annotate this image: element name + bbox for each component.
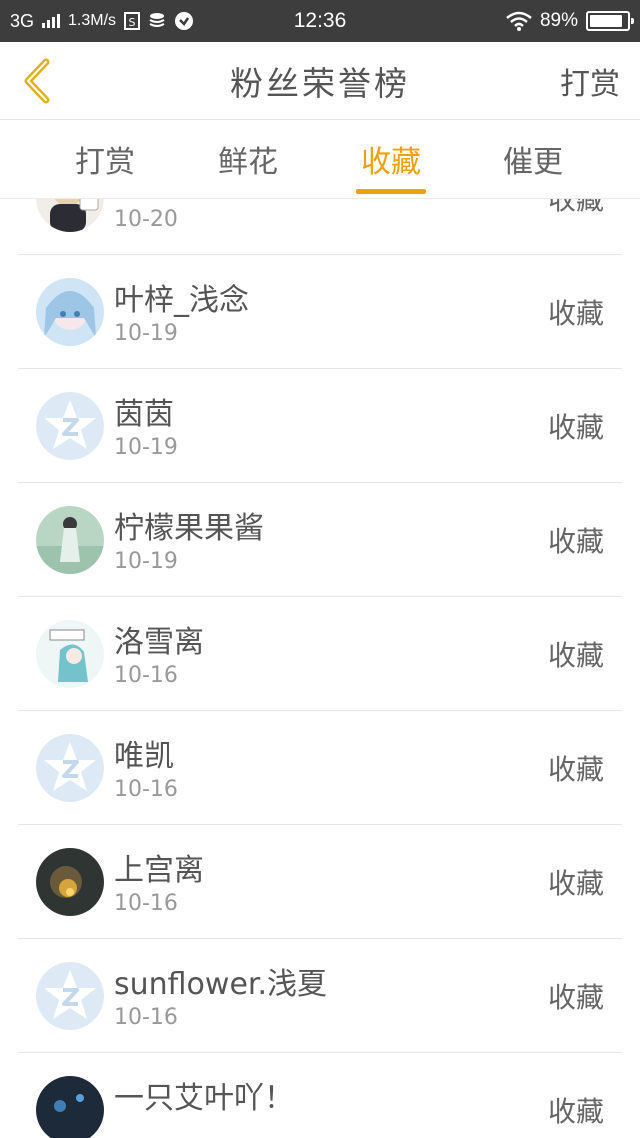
network-type: 3G [10,10,35,31]
active-tab-indicator [356,189,426,194]
default-avatar-icon[interactable] [36,392,104,460]
page-title: 粉丝荣誉榜 [230,64,410,103]
default-avatar-icon[interactable] [36,734,104,802]
user-name: 叶梓_浅念 [114,283,249,318]
user-name: 上宫离 [114,853,204,888]
avatar[interactable] [36,199,104,232]
user-name: 洛雪离 [114,625,204,660]
svg-text:S: S [129,16,136,29]
signal-icon [42,14,61,28]
action-type-label: 收藏 [547,1095,604,1128]
action-type-label: 收藏 [547,525,604,558]
action-type-label: 收藏 [547,297,604,330]
list-item[interactable]: 唯凯 10-16 收藏 [18,711,622,825]
date-label: 10-16 [114,891,178,916]
battery-icon [586,11,634,31]
default-avatar-icon[interactable] [36,962,104,1030]
battery-level-fill [590,15,623,27]
list-item[interactable]: sunflower.浅夏 10-16 收藏 [18,939,622,1053]
avatar[interactable] [36,620,104,688]
storage-icon [148,12,166,30]
avatar[interactable] [36,1076,104,1138]
user-name: 柠檬果果酱 [114,511,264,546]
user-name: 唯凯 [114,739,174,774]
action-type-label: 收藏 [547,867,604,900]
tab-urge-update[interactable]: 催更 [483,121,583,197]
tab-flowers[interactable]: 鲜花 [198,121,298,197]
avatar[interactable] [36,278,104,346]
app-notification-icon [174,11,194,31]
tab-reward[interactable]: 打赏 [55,121,155,197]
avatar[interactable] [36,848,104,916]
date-label: 10-16 [114,777,178,802]
user-name: 茵茵 [114,397,174,432]
sim-card-icon: S [124,12,141,30]
list-item[interactable]: 春城无宵夜 10-20 收藏 [18,199,622,255]
list-item[interactable]: 叶梓_浅念 10-19 收藏 [18,255,622,369]
status-bar: 3G 1.3M/s S 12:36 89% [0,0,640,42]
top-navigation-bar: 粉丝荣誉榜 打赏 [0,42,640,120]
user-name: 春城无宵夜 [114,199,264,205]
list-item[interactable]: 上宫离 10-16 收藏 [18,825,622,939]
action-type-label: 收藏 [547,639,604,672]
date-label: 10-19 [114,321,178,346]
reward-button[interactable]: 打赏 [560,42,620,120]
tab-bar: 打赏 鲜花 收藏 催更 [0,121,640,199]
list-item[interactable]: 茵茵 10-19 收藏 [18,369,622,483]
date-label: 10-16 [114,1005,178,1030]
action-type-label: 收藏 [547,981,604,1014]
wifi-icon [506,11,532,31]
battery-percent: 89% [539,10,578,31]
action-type-label: 收藏 [547,199,604,216]
list-item[interactable]: 一只艾叶吖！ 收藏 [18,1053,622,1138]
user-name: 一只艾叶吖！ [114,1081,294,1116]
date-label: 10-19 [114,435,178,460]
date-label: 10-16 [114,663,178,688]
user-name: sunflower.浅夏 [114,967,328,1002]
network-speed: 1.3M/s [68,12,117,29]
fan-list[interactable]: 春城无宵夜10-20收藏叶梓_浅念10-19收藏茵茵10-19收藏柠檬果果酱10… [0,199,640,1138]
action-type-label: 收藏 [547,411,604,444]
list-item[interactable]: 洛雪离 10-16 收藏 [18,597,622,711]
date-label: 10-20 [114,207,178,232]
list-item[interactable]: 柠檬果果酱 10-19 收藏 [18,483,622,597]
avatar[interactable] [36,506,104,574]
action-type-label: 收藏 [547,753,604,786]
chevron-left-icon [24,58,50,104]
back-button[interactable] [12,56,62,106]
tab-favorites[interactable]: 收藏 [341,121,441,197]
date-label: 10-19 [114,549,178,574]
